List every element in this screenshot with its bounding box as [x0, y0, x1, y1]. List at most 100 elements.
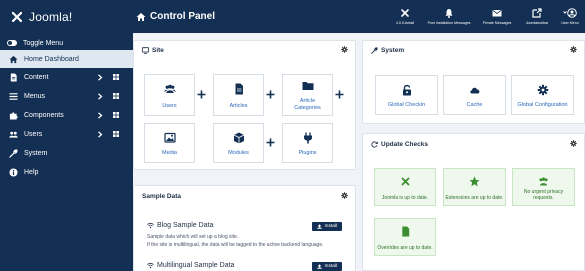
quick-icon-label: Global Checkin — [387, 101, 426, 108]
private-messages-button[interactable]: Private Messages — [475, 0, 519, 33]
wifi-icon — [147, 262, 154, 269]
install-blog-button[interactable]: Install — [312, 222, 342, 231]
update-checks-title: Update Checks — [381, 140, 428, 148]
update-tile-privacy[interactable]: No urgent privacy requests. — [512, 168, 575, 206]
chevron-right-icon[interactable] — [97, 74, 103, 81]
plug-icon — [303, 132, 312, 144]
users-icon — [9, 130, 18, 139]
update-tile-overrides[interactable]: Overrides are up to date. — [374, 218, 436, 256]
dashboard-grid-icon[interactable] — [113, 112, 119, 118]
quick-icon-label: Media — [162, 149, 177, 156]
sidebar-item-components[interactable]: Components — [0, 106, 133, 125]
install-multilingual-button[interactable]: Install — [312, 262, 342, 271]
update-checks-panel-header: Update Checks — [363, 134, 584, 154]
site-panel-title: Site — [152, 46, 164, 54]
sample-data-panel: Sample Data Blog Sample Data Sample data… — [133, 185, 356, 271]
sidebar-item-label: Home Dashboard — [24, 55, 79, 63]
quick-icon-label: Modules — [228, 149, 249, 156]
update-tile-joomla[interactable]: Joomla is up to date. — [374, 168, 436, 206]
add-user-icon[interactable] — [197, 90, 206, 99]
sidebar-item-home-dashboard[interactable]: Home Dashboard — [0, 50, 133, 68]
quick-icon-plugins[interactable]: Plugins — [282, 123, 333, 163]
sidebar-item-content[interactable]: Content — [0, 68, 133, 87]
toggle-menu[interactable]: Toggle Menu — [0, 36, 133, 50]
quick-icon-global-checkin[interactable]: Global Checkin — [375, 75, 438, 115]
desktop-icon — [142, 46, 149, 54]
star-icon — [469, 176, 480, 187]
quick-icon-users[interactable]: Users — [144, 74, 195, 116]
update-tile-extensions[interactable]: Extensions are up to date. — [443, 168, 506, 206]
unlock-icon — [402, 84, 411, 96]
user-menu-button[interactable]: User Menu — [555, 0, 585, 33]
system-panel-header: System — [363, 41, 584, 59]
joomla-logo[interactable]: Joomla! — [0, 0, 133, 33]
bell-icon — [445, 9, 453, 18]
quick-icon-cache[interactable]: Cache — [443, 75, 506, 115]
sidebar-item-users[interactable]: Users — [0, 125, 133, 144]
sidebar-item-label: System — [24, 150, 48, 157]
chevron-right-icon[interactable] — [97, 93, 103, 100]
users-icon — [163, 84, 176, 93]
quick-icon-media[interactable]: Media — [144, 123, 195, 163]
joomla-icon — [401, 9, 409, 17]
chevron-right-icon[interactable] — [97, 131, 103, 138]
sidebar-item-help[interactable]: Help — [0, 163, 133, 182]
toggle-switch-icon — [7, 40, 17, 46]
file-icon — [9, 73, 18, 82]
home-icon — [136, 12, 146, 21]
cog-icon — [537, 84, 548, 96]
page-title: Control Panel — [136, 11, 215, 22]
gear-icon[interactable] — [341, 192, 348, 199]
gear-icon[interactable] — [341, 46, 348, 53]
system-panel-title: System — [381, 46, 405, 54]
private-messages-label: Private Messages — [482, 21, 512, 25]
sidebar-item-system[interactable]: System — [0, 144, 133, 163]
sample-data-panel-header: Sample Data — [134, 186, 355, 206]
chevron-right-icon[interactable] — [97, 112, 103, 119]
dashboard-grid-icon[interactable] — [113, 74, 119, 80]
version-label: 4.0.0-beta8 — [395, 21, 415, 25]
post-installation-messages-button[interactable]: Post Installation Messages — [423, 0, 475, 33]
add-category-icon[interactable] — [335, 90, 344, 99]
upload-icon — [317, 264, 323, 269]
sidebar-item-label: Content — [24, 74, 49, 81]
site-panel: Site Users Articles Article Categories M… — [133, 40, 356, 170]
dashboard-grid-icon[interactable] — [113, 131, 119, 137]
update-checks-panel: Update Checks Joomla is up to date. Exte… — [362, 133, 585, 271]
folder-icon — [302, 82, 313, 90]
list-icon — [9, 92, 18, 101]
users-icon — [539, 177, 548, 186]
add-article-icon[interactable] — [266, 90, 275, 99]
page-title-text: Control Panel — [150, 11, 216, 22]
quick-icon-label: Global Configuration — [517, 101, 568, 108]
logo-text: Joomla! — [29, 9, 73, 24]
cube-icon — [233, 132, 244, 144]
dashboard-grid-icon[interactable] — [113, 93, 119, 99]
blog-sample-data-desc2: If the site is multilingual, the data wi… — [147, 242, 324, 248]
joomla-toolbar-button[interactable]: Joomlatoolbar — [519, 0, 555, 33]
quick-icon-label: Cache — [466, 101, 483, 108]
update-tile-label: Overrides are up to date. — [377, 245, 433, 251]
sidebar-item-menus[interactable]: Menus — [0, 87, 133, 106]
info-icon — [9, 168, 18, 177]
envelope-icon — [492, 9, 502, 17]
quick-icon-label: Plugins — [298, 149, 317, 156]
quick-icon-modules[interactable]: Modules — [213, 123, 264, 163]
toggle-menu-label: Toggle Menu — [23, 39, 64, 47]
joomla-toolbar-label: Joomlatoolbar — [525, 21, 549, 25]
file-icon — [401, 226, 409, 237]
joomla-icon — [401, 177, 409, 186]
system-panel: System Global Checkin Cache Global Confi… — [362, 40, 585, 124]
sidebar-item-label: Help — [24, 169, 39, 176]
gear-icon[interactable] — [570, 140, 577, 147]
add-module-icon[interactable] — [266, 138, 275, 147]
quick-icon-global-configuration[interactable]: Global Configuration — [511, 75, 574, 115]
quick-icon-articles[interactable]: Articles — [213, 74, 264, 116]
cloud-icon — [469, 87, 479, 94]
header-toolbar: 4.0.0-beta8 Post Installation Messages P… — [387, 0, 585, 33]
sidebar-item-label: Menus — [24, 93, 46, 100]
user-menu-label: User Menu — [561, 21, 579, 25]
version-button[interactable]: 4.0.0-beta8 — [387, 0, 423, 33]
quick-icon-article-categories[interactable]: Article Categories — [282, 74, 333, 116]
gear-icon[interactable] — [570, 46, 577, 53]
